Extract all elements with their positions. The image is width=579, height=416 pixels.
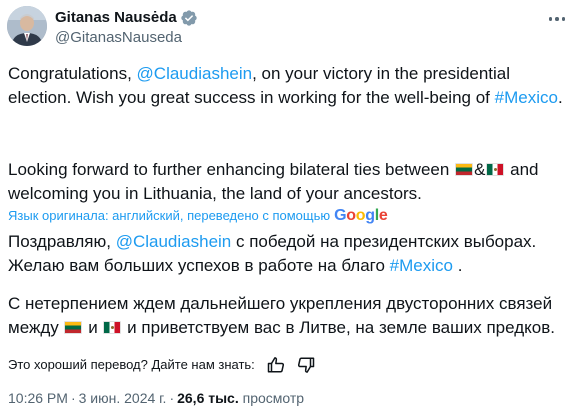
lithuania-flag-icon — [64, 321, 83, 334]
lithuania-flag-icon — [455, 163, 474, 176]
tweet-text-translated-paragraph-2: С нетерпением ждем дальнейшего укреплени… — [8, 292, 574, 340]
hashtag-link[interactable]: #Mexico — [390, 256, 453, 275]
avatar[interactable] — [7, 6, 47, 46]
translation-feedback: Это хороший перевод? Дайте нам знать: — [8, 356, 315, 374]
tweet-text-original-paragraph-1: Congratulations, @Claudiashein, on your … — [8, 62, 574, 110]
avatar-image — [7, 6, 47, 46]
meta-separator: · — [169, 390, 175, 406]
google-logo: Google — [334, 207, 388, 224]
translation-notice-text[interactable]: Язык оригинала: английский, переведено с… — [8, 208, 330, 224]
thumbs-up-icon[interactable] — [267, 356, 285, 374]
author-name-text[interactable]: Gitanas Nausėda — [55, 9, 177, 27]
author-handle[interactable]: @GitanasNauseda — [55, 29, 182, 47]
text-segment: . — [557, 88, 563, 107]
feedback-question: Это хороший перевод? Дайте нам знать: — [8, 357, 255, 372]
verified-badge-icon — [180, 9, 198, 27]
tweet-date[interactable]: 3 июн. 2024 г. — [79, 390, 167, 406]
text-segment: Поздравляю, — [8, 232, 116, 251]
author-name[interactable]: Gitanas Nausėda — [55, 9, 198, 27]
tweet-time[interactable]: 10:26 PM — [8, 390, 68, 406]
meta-separator: · — [70, 390, 76, 406]
translation-notice[interactable]: Язык оригинала: английский, переведено с… — [8, 208, 388, 224]
mention-link[interactable]: @Claudiashein — [137, 64, 253, 83]
thumbs-down-icon[interactable] — [297, 356, 315, 374]
views-label: просмотр — [242, 390, 305, 406]
tweet: Gitanas Nausėda @GitanasNauseda Congratu… — [0, 0, 579, 416]
text-segment: Congratulations, — [8, 64, 137, 83]
views-count: 26,6 тыс. — [177, 390, 239, 406]
ampersand: & — [474, 160, 486, 179]
tweet-text-translated-paragraph-1: Поздравляю, @Claudiashein с победой на п… — [8, 230, 574, 278]
hashtag-link[interactable]: #Mexico — [495, 88, 558, 107]
text-segment: Looking forward to further enhancing bil… — [8, 160, 455, 179]
more-options-icon[interactable] — [543, 9, 571, 29]
mexico-flag-icon — [103, 321, 122, 334]
tweet-meta: 10:26 PM · 3 июн. 2024 г. · 26,6 тыс. просмо… — [8, 390, 304, 407]
text-segment: и приветствуем вас в Литве, на земле ваш… — [122, 318, 555, 337]
tweet-text-original-paragraph-2: Looking forward to further enhancing bil… — [8, 158, 574, 206]
mexico-flag-icon — [486, 163, 505, 176]
text-segment: и — [83, 318, 103, 337]
text-segment: . — [452, 256, 463, 275]
mention-link[interactable]: @Claudiashein — [116, 232, 232, 251]
